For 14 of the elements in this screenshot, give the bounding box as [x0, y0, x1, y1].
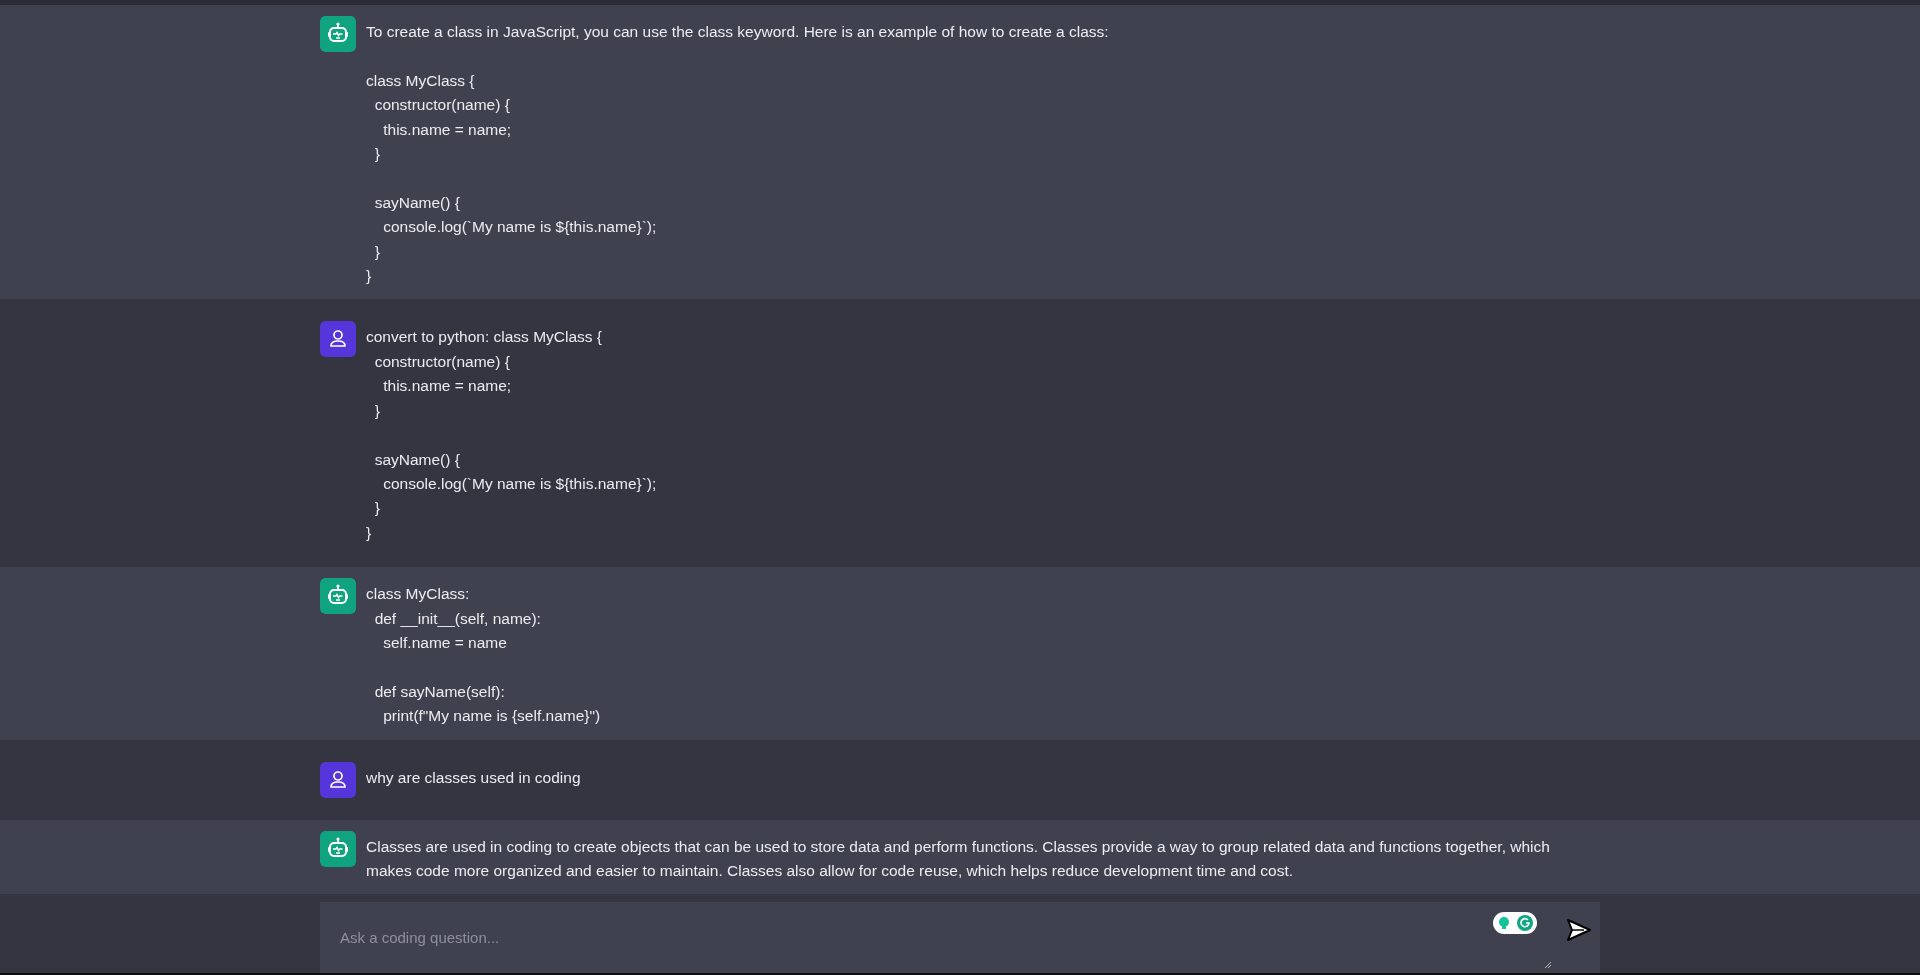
message-text: Classes are used in coding to create objects that can be used to store data and perform functions. Classes provide a way to group related data and functions together, which makes code more organized and easier to maintain. Classes also allow for code reuse, which helps reduce development time and cost. — [366, 836, 1551, 881]
question-field[interactable]: Ask a coding question... — [320, 902, 1600, 973]
message-text: class MyClass: def __init__(self, name): self.name = name def sayName(self): print(f"My name is {self.name}") — [366, 584, 601, 727]
robot-icon — [320, 16, 356, 52]
message-text: convert to python: class MyClass { constructor(name) { this.name = name; } sayName() { console.log(`My name is ${this.name}`); } } — [366, 327, 657, 543]
user-icon — [320, 321, 356, 358]
robot-icon — [320, 830, 356, 867]
send-icon — [1566, 918, 1592, 943]
send-button[interactable] — [1566, 918, 1592, 943]
resize-handle-icon[interactable] — [1544, 961, 1552, 969]
robot-icon — [320, 578, 356, 615]
message-text: why are classes used in coding — [366, 767, 581, 788]
user-icon — [320, 761, 356, 798]
message-text: To create a class in JavaScript, you can use the class keyword. Here is an example of how to create a class: class MyClass { constructor(name) { this.name = name; } sayName() { console.log(`My name is ${this.name}`); } } — [366, 22, 1109, 287]
